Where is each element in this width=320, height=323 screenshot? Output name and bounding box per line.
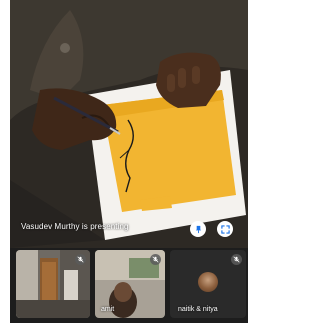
speaker-name-label: Vasudev Murthy is presenting: [21, 222, 129, 231]
pin-button[interactable]: [190, 221, 206, 237]
mute-indicator: [75, 254, 86, 265]
mic-off-icon: [77, 256, 84, 263]
avatar: [198, 272, 218, 292]
participant-tile[interactable]: amit: [95, 250, 165, 318]
video-call-screen: Vasudev Murthy is presenting amit naitik…: [10, 0, 248, 323]
mic-off-icon: [233, 256, 240, 263]
fullscreen-button[interactable]: [217, 221, 233, 237]
participant-tile[interactable]: [16, 250, 90, 318]
main-video-feed[interactable]: Vasudev Murthy is presenting: [10, 0, 248, 248]
main-video-image: [10, 0, 248, 248]
participant-strip: amit naitik & nitya: [10, 248, 248, 323]
mic-off-icon: [152, 256, 159, 263]
fullscreen-icon: [220, 224, 230, 234]
mute-indicator: [231, 254, 242, 265]
mute-indicator: [150, 254, 161, 265]
participant-name: amit: [101, 306, 115, 313]
participant-tile[interactable]: naitik & nitya: [170, 250, 246, 318]
participant-name: naitik & nitya: [178, 306, 218, 313]
pin-icon: [195, 225, 201, 233]
